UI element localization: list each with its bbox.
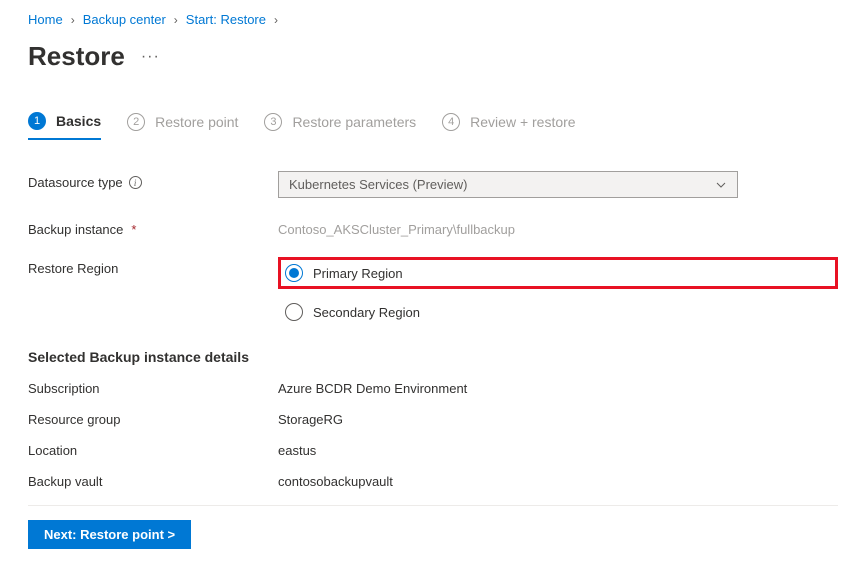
tab-basics[interactable]: 1 Basics	[28, 112, 101, 140]
backup-instance-row: Backup instance * Contoso_AKSCluster_Pri…	[28, 218, 838, 237]
breadcrumb: Home › Backup center › Start: Restore ›	[28, 12, 838, 27]
backup-vault-label: Backup vault	[28, 474, 278, 489]
resource-group-label: Resource group	[28, 412, 278, 427]
tab-label: Restore parameters	[292, 114, 416, 130]
restore-region-row: Restore Region Primary Region Secondary …	[28, 257, 838, 321]
step-number: 2	[127, 113, 145, 131]
chevron-right-icon: ›	[174, 13, 178, 27]
tab-restore-parameters[interactable]: 3 Restore parameters	[264, 112, 416, 140]
tab-label: Basics	[56, 113, 101, 129]
subscription-value: Azure BCDR Demo Environment	[278, 381, 467, 396]
chevron-down-icon	[715, 179, 727, 191]
breadcrumb-backup-center[interactable]: Backup center	[83, 12, 166, 27]
datasource-type-row: Datasource type i Kubernetes Services (P…	[28, 171, 838, 198]
backup-vault-row: Backup vault contosobackupvault	[28, 474, 838, 489]
select-value: Kubernetes Services (Preview)	[289, 177, 467, 192]
instance-details-heading: Selected Backup instance details	[28, 349, 838, 365]
step-number: 3	[264, 113, 282, 131]
step-number: 4	[442, 113, 460, 131]
subscription-label: Subscription	[28, 381, 278, 396]
chevron-right-icon: ›	[274, 13, 278, 27]
location-value: eastus	[278, 443, 316, 458]
footer: Next: Restore point >	[28, 505, 838, 549]
resource-group-value: StorageRG	[278, 412, 343, 427]
chevron-right-icon: ›	[71, 13, 75, 27]
radio-icon	[285, 303, 303, 321]
location-label: Location	[28, 443, 278, 458]
datasource-type-label: Datasource type i	[28, 171, 278, 190]
subscription-row: Subscription Azure BCDR Demo Environment	[28, 381, 838, 396]
wizard-tabs: 1 Basics 2 Restore point 3 Restore param…	[28, 112, 838, 141]
breadcrumb-home[interactable]: Home	[28, 12, 63, 27]
tab-restore-point[interactable]: 2 Restore point	[127, 112, 238, 140]
tab-review-restore[interactable]: 4 Review + restore	[442, 112, 575, 140]
backup-instance-value: Contoso_AKSCluster_Primary\fullbackup	[278, 218, 838, 237]
restore-region-label: Restore Region	[28, 257, 278, 276]
tab-label: Restore point	[155, 114, 238, 130]
radio-primary-region[interactable]: Primary Region	[285, 264, 403, 282]
datasource-type-select[interactable]: Kubernetes Services (Preview)	[278, 171, 738, 198]
breadcrumb-start-restore[interactable]: Start: Restore	[186, 12, 266, 27]
backup-instance-label: Backup instance *	[28, 218, 278, 237]
radio-label: Secondary Region	[313, 305, 420, 320]
radio-label: Primary Region	[313, 266, 403, 281]
resource-group-row: Resource group StorageRG	[28, 412, 838, 427]
radio-secondary-region[interactable]: Secondary Region	[285, 303, 838, 321]
page-header: Restore ···	[28, 41, 838, 72]
step-number: 1	[28, 112, 46, 130]
page-title: Restore	[28, 41, 125, 72]
restore-region-radio-group: Primary Region Secondary Region	[278, 257, 838, 321]
highlight-box: Primary Region	[278, 257, 838, 289]
more-options-icon[interactable]: ···	[141, 48, 160, 66]
location-row: Location eastus	[28, 443, 838, 458]
required-indicator: *	[131, 222, 136, 237]
info-icon[interactable]: i	[129, 176, 142, 189]
radio-icon	[285, 264, 303, 282]
backup-vault-value: contosobackupvault	[278, 474, 393, 489]
tab-label: Review + restore	[470, 114, 575, 130]
